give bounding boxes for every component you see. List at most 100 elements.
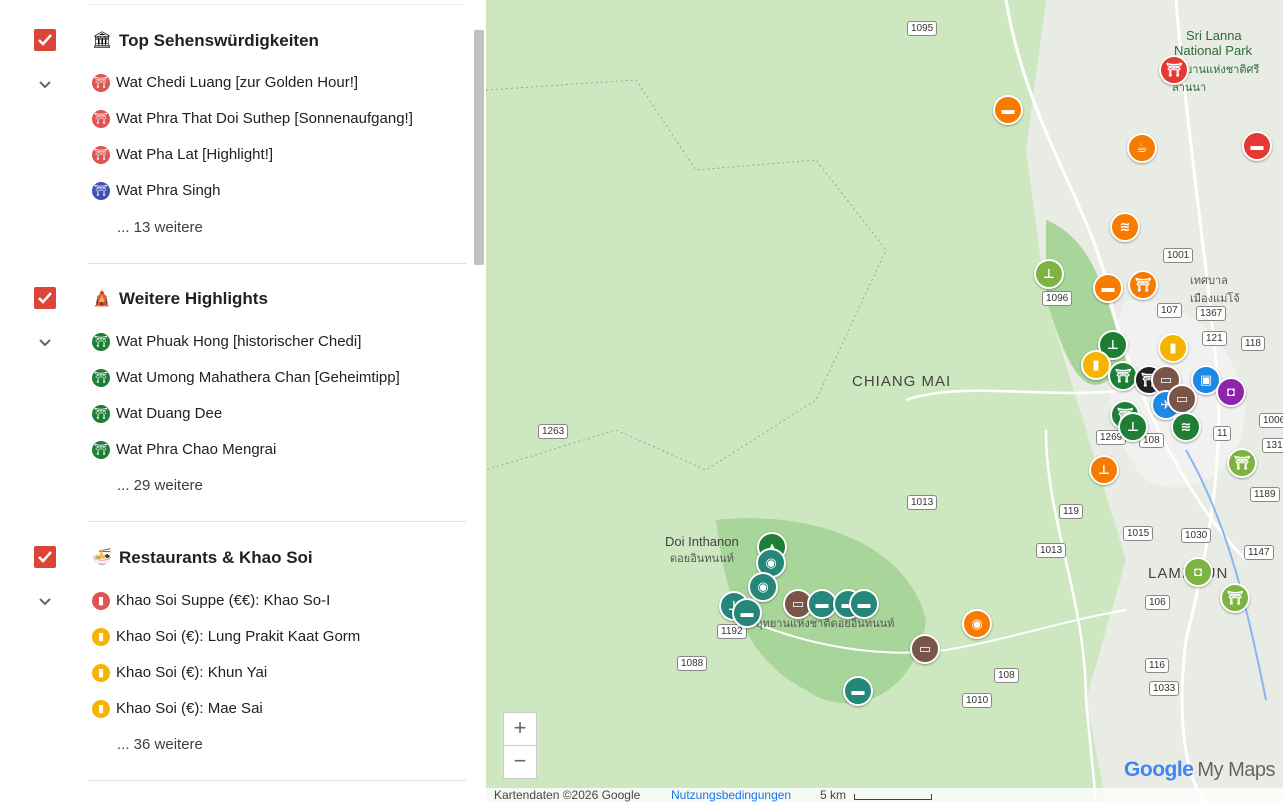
list-item[interactable]: ⛩ Wat Phra Chao Mengrai <box>92 439 462 463</box>
list-item[interactable]: ▮ Khao Soi (€): Mae Sai <box>92 698 462 722</box>
list-item[interactable]: ⛩ Wat Chedi Luang [zur Golden Hour!] <box>92 72 462 96</box>
hotel-marker-icon[interactable]: ▭ <box>910 634 940 664</box>
temple-marker-icon[interactable]: ⛩ <box>1159 55 1189 85</box>
list-item[interactable]: ▮ Khao Soi Suppe (€€): Khao So-I <box>92 590 462 614</box>
pagoda-icon: 🛕 <box>92 290 112 307</box>
list-item-label: Khao Soi (€): Mae Sai <box>116 700 263 717</box>
more-items-link[interactable]: ... 36 weitere <box>117 736 203 753</box>
car-marker-icon[interactable]: ▬ <box>849 589 879 619</box>
layer-section-restaurants: 🍜 Restaurants & Khao Soi ▮ Khao Soi Supp… <box>0 546 470 786</box>
list-item[interactable]: ⛩ Wat Phra That Doi Suthep [Sonnenaufgan… <box>92 108 462 132</box>
list-item[interactable]: ▮ Khao Soi (€): Lung Prakit Kaat Gorm <box>92 626 462 650</box>
road-shield: 108 <box>994 668 1019 683</box>
layer-section-highlights: 🛕 Weitere Highlights ⛩ Wat Phuak Hong [h… <box>0 287 470 527</box>
more-items-link[interactable]: ... 29 weitere <box>117 477 203 494</box>
layer-section-top-sights: 🏛 Top Sehenswürdigkeiten ⛩ Wat Chedi Lua… <box>0 29 470 269</box>
list-item[interactable]: ⛩ Wat Phra Singh <box>92 180 462 204</box>
scale-bar <box>854 794 932 800</box>
road-shield: 1013 <box>907 495 938 510</box>
layer-header: 🏛 Top Sehenswürdigkeiten <box>0 29 470 65</box>
road-shield: 1033 <box>1149 681 1180 696</box>
shopping-marker-icon[interactable]: ◘ <box>1183 557 1213 587</box>
layer-title: Weitere Highlights <box>119 289 268 308</box>
car-marker-icon[interactable]: ▬ <box>732 598 762 628</box>
google-my-maps-logo: Google My Maps <box>1124 758 1275 782</box>
temple-icon: ⛩ <box>92 146 110 164</box>
list-item[interactable]: ▮ Khao Soi (€): Khun Yai <box>92 662 462 686</box>
temple-marker-icon[interactable]: ⛩ <box>1227 448 1257 478</box>
place-label-doi-inthanon-thai: ดอยอินทนนท์ <box>670 553 734 565</box>
terms-link[interactable]: Nutzungsbedingungen <box>671 788 791 802</box>
camera-marker-icon[interactable]: ◉ <box>748 572 778 602</box>
temple-icon: ⛩ <box>92 74 110 92</box>
section-divider <box>88 263 466 264</box>
temple-icon: ⛩ <box>92 110 110 128</box>
zoom-out-button[interactable]: − <box>503 745 537 779</box>
chevron-down-icon[interactable] <box>36 76 54 94</box>
road-shield: 121 <box>1202 331 1227 346</box>
road-shield: 1006 <box>1259 413 1283 428</box>
layer-title: Restaurants & Khao Soi <box>119 548 313 567</box>
monument-marker-icon[interactable]: ⊥ <box>1034 259 1064 289</box>
list-item-label: Wat Umong Mahathera Chan [Geheimtipp] <box>116 369 400 386</box>
layer-visibility-checkbox[interactable] <box>34 287 56 309</box>
hotel-marker-icon[interactable]: ▭ <box>1167 384 1197 414</box>
car-marker-icon[interactable]: ▬ <box>843 676 873 706</box>
road-shield: 1095 <box>907 21 938 36</box>
my-maps-wordmark: My Maps <box>1197 759 1275 781</box>
list-item-label: Wat Phra That Doi Suthep [Sonnenaufgang!… <box>116 110 413 127</box>
map-canvas[interactable]: CHIANG MAI Doi Inthanon ดอยอินทนนท์ อุทย… <box>486 0 1283 802</box>
section-divider <box>88 521 466 522</box>
road-shield: 1001 <box>1163 248 1194 263</box>
list-item-label: Wat Pha Lat [Highlight!] <box>116 146 274 163</box>
place-label-sri-lanna: Sri Lanna <box>1186 28 1242 43</box>
road-shield: 1096 <box>1042 291 1073 306</box>
food-marker-icon[interactable]: ≋ <box>1110 212 1140 242</box>
food-marker-icon[interactable]: ≋ <box>1171 412 1201 442</box>
temple-icon: ⛩ <box>92 333 110 351</box>
place-label-mae-jo-thai: เทศบาล เมืองแม่โจ้ <box>1190 275 1240 305</box>
temple-marker-icon[interactable]: ⛩ <box>1128 270 1158 300</box>
zoom-in-button[interactable]: + <box>503 712 537 746</box>
more-items-link[interactable]: ... 13 weitere <box>117 219 203 236</box>
car-marker-icon[interactable]: ▬ <box>1093 273 1123 303</box>
road-shield: 1013 <box>1036 543 1067 558</box>
road-shield: 131 <box>1262 438 1283 453</box>
chevron-down-icon[interactable] <box>36 334 54 352</box>
layer-visibility-checkbox[interactable] <box>34 29 56 51</box>
temple-icon: ⛩ <box>92 405 110 423</box>
list-item-label: Wat Phuak Hong [historischer Chedi] <box>116 333 362 350</box>
place-label-chiang-mai: CHIANG MAI <box>852 373 952 390</box>
car-marker-icon[interactable]: ▬ <box>1242 131 1272 161</box>
list-item[interactable]: ⛩ Wat Phuak Hong [historischer Chedi] <box>92 331 462 355</box>
list-item[interactable]: ⛩ Wat Umong Mahathera Chan [Geheimtipp] <box>92 367 462 391</box>
temple-icon: ⛩ <box>92 369 110 387</box>
restaurant-marker-icon[interactable]: ▮ <box>1081 350 1111 380</box>
restaurant-icon: ▮ <box>92 592 110 610</box>
temple-icon: ⛩ <box>92 182 110 200</box>
restaurant-icon: ▮ <box>92 664 110 682</box>
car-marker-icon[interactable]: ▬ <box>993 95 1023 125</box>
layer-visibility-checkbox[interactable] <box>34 546 56 568</box>
chevron-down-icon[interactable] <box>36 593 54 611</box>
monument-marker-icon[interactable]: ⊥ <box>1118 412 1148 442</box>
monument-marker-icon[interactable]: ⊥ <box>1089 455 1119 485</box>
section-divider <box>88 780 466 781</box>
temple-marker-icon[interactable]: ⛩ <box>1220 583 1250 613</box>
sidebar-scrollbar[interactable] <box>474 30 484 265</box>
road-shield: 106 <box>1145 595 1170 610</box>
restaurant-marker-icon[interactable]: ▮ <box>1158 333 1188 363</box>
cafe-marker-icon[interactable]: ☕ <box>1127 133 1157 163</box>
road-shield: 118 <box>1241 336 1265 351</box>
list-item-label: Wat Phra Chao Mengrai <box>116 441 277 458</box>
camera-marker-icon[interactable]: ◉ <box>962 609 992 639</box>
list-item-label: Wat Chedi Luang [zur Golden Hour!] <box>116 74 359 91</box>
layer-header: 🛕 Weitere Highlights <box>0 287 470 323</box>
list-item[interactable]: ⛩ Wat Duang Dee <box>92 403 462 427</box>
shopping-marker-icon[interactable]: ◘ <box>1216 377 1246 407</box>
list-item[interactable]: ⛩ Wat Pha Lat [Highlight!] <box>92 144 462 168</box>
map-data-attribution: Kartendaten ©2026 Google <box>494 788 641 802</box>
landmark-icon: 🏛 <box>92 32 113 49</box>
top-divider <box>88 4 466 5</box>
checkmark-icon <box>38 551 52 563</box>
